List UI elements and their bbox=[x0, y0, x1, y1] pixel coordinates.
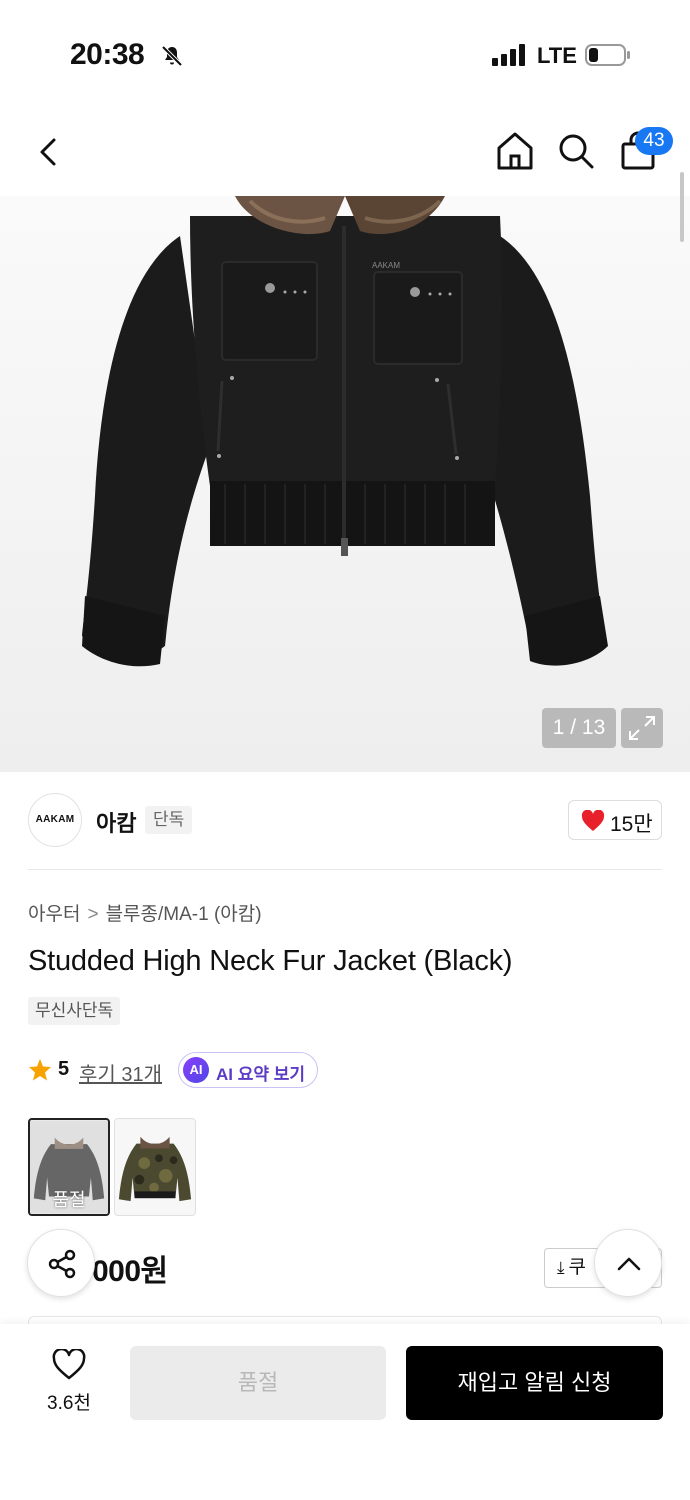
ai-icon: AI bbox=[183, 1057, 209, 1083]
search-icon[interactable] bbox=[556, 130, 596, 172]
color-option-camo-image bbox=[115, 1119, 195, 1215]
product-title: Studded High Neck Fur Jacket (Black) bbox=[28, 945, 513, 977]
heart-outline-icon bbox=[52, 1349, 86, 1380]
rating-score: 5 bbox=[58, 1058, 70, 1080]
image-counter: 1 / 13 bbox=[542, 708, 616, 748]
soldout-overlay: 품절 bbox=[30, 1120, 108, 1214]
cart-badge: 43 bbox=[635, 127, 673, 155]
soldout-button[interactable]: 품절 bbox=[130, 1346, 386, 1420]
ai-summary-button[interactable]: AI AI 요약 보기 bbox=[178, 1052, 318, 1088]
breadcrumb-item-blouson[interactable]: 블루종/MA-1 (아캄) bbox=[106, 904, 262, 925]
divider bbox=[28, 869, 662, 870]
brand-name[interactable]: 아캄 bbox=[96, 806, 136, 838]
wishlist-button[interactable]: 3.6천 bbox=[30, 1346, 108, 1426]
home-icon[interactable] bbox=[495, 130, 535, 172]
rating-row: 5 후기 31개 AI AI 요약 보기 bbox=[28, 1052, 428, 1088]
star-icon bbox=[29, 1059, 51, 1081]
restock-alert-button[interactable]: 재입고 알림 신청 bbox=[406, 1346, 663, 1420]
ai-summary-label: AI 요약 보기 bbox=[216, 1065, 306, 1084]
network-label: LTE bbox=[537, 43, 577, 68]
wishlist-count: 3.6천 bbox=[47, 1393, 91, 1414]
product-image-gallery[interactable]: AAKAM 1 / 13 bbox=[0, 196, 690, 772]
color-option-camo[interactable] bbox=[114, 1118, 196, 1216]
share-icon bbox=[48, 1249, 76, 1279]
expand-icon bbox=[629, 716, 655, 740]
status-bar: 20:38 LTE bbox=[0, 0, 690, 110]
product-image: AAKAM bbox=[82, 196, 608, 667]
brand-logo[interactable]: AAKAM bbox=[28, 793, 82, 847]
breadcrumb-item-outer[interactable]: 아우터 bbox=[28, 904, 80, 925]
top-nav: 43 bbox=[0, 110, 690, 196]
brand-exclusive-tag: 단독 bbox=[145, 806, 193, 834]
share-button[interactable] bbox=[27, 1229, 95, 1297]
bell-slash-icon bbox=[161, 45, 183, 67]
review-link[interactable]: 후기 31개 bbox=[79, 1058, 162, 1087]
color-option-black[interactable]: 품절 bbox=[28, 1118, 110, 1216]
musinsa-exclusive-tag: 무신사단독 bbox=[28, 997, 121, 1025]
expand-button[interactable] bbox=[621, 708, 663, 748]
product-price: 000원 bbox=[92, 1255, 168, 1288]
coupon-label: 쿠 bbox=[568, 1257, 586, 1278]
status-time: 20:38 bbox=[70, 38, 145, 71]
jacket-brand-print: AAKAM bbox=[372, 261, 400, 270]
brand-like-count: 15만 bbox=[610, 813, 653, 836]
breadcrumb: 아우터 > 블루종/MA-1 (아캄) bbox=[28, 899, 262, 926]
chevron-up-icon bbox=[617, 1257, 641, 1271]
download-icon: ⤓ bbox=[557, 1258, 565, 1277]
chevron-right-icon: > bbox=[87, 904, 99, 925]
scroll-to-top-button[interactable] bbox=[594, 1229, 662, 1297]
back-icon[interactable] bbox=[34, 132, 64, 172]
brand-like-button[interactable]: 15만 bbox=[568, 800, 662, 840]
battery-icon bbox=[585, 44, 630, 66]
signal-icon bbox=[492, 44, 525, 66]
heart-icon bbox=[581, 810, 605, 831]
page-scrollbar[interactable] bbox=[680, 172, 684, 242]
bottom-action-bar: 3.6천 품절 재입고 알림 신청 bbox=[0, 1324, 690, 1500]
